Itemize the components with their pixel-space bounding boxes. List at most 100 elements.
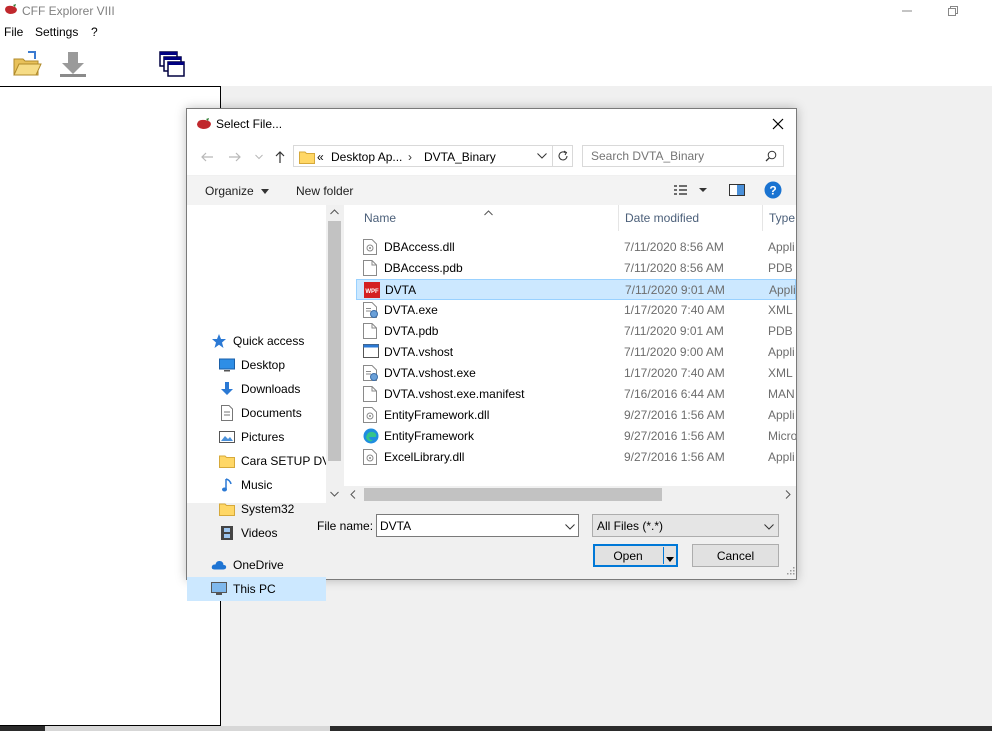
file-type-filter[interactable]: All Files (*.*) bbox=[592, 514, 779, 537]
file-type: Appli bbox=[768, 408, 795, 422]
refresh-button[interactable] bbox=[552, 146, 572, 166]
computer-icon bbox=[211, 581, 227, 597]
breadcrumb-desktop-ap[interactable]: Desktop Ap... bbox=[331, 150, 402, 164]
nav-pane-scrollbar[interactable] bbox=[326, 205, 343, 503]
folder-icon bbox=[219, 501, 235, 517]
search-input[interactable] bbox=[591, 149, 756, 163]
change-view-button[interactable] bbox=[673, 183, 707, 200]
save-button[interactable] bbox=[55, 46, 91, 82]
nav-downloads[interactable]: Downloads bbox=[219, 377, 341, 401]
file-row[interactable]: DVTA.exe 1/17/2020 7:40 AM XML bbox=[356, 300, 796, 321]
open-folder-icon bbox=[13, 51, 42, 76]
dialog-titlebar: Select File... bbox=[187, 109, 796, 139]
breadcrumb-dvta-binary[interactable]: DVTA_Binary bbox=[424, 150, 496, 164]
file-row[interactable]: DBAccess.pdb 7/11/2020 8:56 AM PDB F bbox=[356, 258, 796, 279]
nav-label: Pictures bbox=[241, 430, 285, 444]
nav-system32[interactable]: System32 bbox=[219, 497, 326, 521]
file-row[interactable]: EntityFramework.dll 9/27/2016 1:56 AM Appl… bbox=[356, 405, 796, 426]
restore-button[interactable] bbox=[930, 0, 976, 22]
app-titlebar: CFF Explorer VIII bbox=[0, 0, 992, 22]
resize-grip-icon[interactable] bbox=[785, 564, 795, 578]
preview-pane-button[interactable] bbox=[729, 183, 745, 200]
file-row[interactable]: DVTA.pdb 7/11/2020 9:01 AM PDB F bbox=[356, 321, 796, 342]
nav-music[interactable]: Music bbox=[219, 473, 326, 497]
scroll-right-arrow-icon bbox=[785, 490, 791, 499]
back-button[interactable] bbox=[197, 148, 217, 166]
organize-button[interactable]: Organize bbox=[205, 184, 270, 198]
split-divider bbox=[663, 547, 664, 564]
scrollbar-thumb[interactable] bbox=[364, 488, 662, 501]
nav-cara-setup-dvta[interactable]: Cara SETUP DVTA bbox=[219, 449, 326, 473]
file-row[interactable]: DVTA.vshost.exe 1/17/2020 7:40 AM XML bbox=[356, 363, 796, 384]
select-file-dialog: Select File... « Desktop Ap... › DVTA_Bi… bbox=[186, 108, 797, 601]
nav-onedrive[interactable]: OneDrive bbox=[211, 553, 326, 577]
open-options-dropdown[interactable] bbox=[666, 551, 674, 565]
help-button[interactable]: ? bbox=[764, 181, 782, 202]
svg-text:WPF: WPF bbox=[365, 289, 379, 295]
nav-documents[interactable]: Documents bbox=[219, 401, 341, 425]
file-type: XML bbox=[768, 366, 793, 380]
file-type: Appli bbox=[768, 345, 795, 359]
nav-quick-access[interactable]: Quick access bbox=[211, 329, 341, 353]
breadcrumb-overflow[interactable]: « bbox=[317, 150, 324, 164]
address-bar[interactable]: « Desktop Ap... › DVTA_Binary bbox=[293, 145, 573, 167]
file-row[interactable]: ExcelLibrary.dll 9/27/2016 1:56 AM Appli bbox=[356, 447, 796, 468]
nav-pictures[interactable]: Pictures bbox=[219, 425, 341, 449]
open-button[interactable]: Open bbox=[593, 544, 678, 567]
file-date-modified: 9/27/2016 1:56 AM bbox=[624, 429, 725, 443]
dialog-close-button[interactable] bbox=[768, 115, 788, 133]
file-name-dropdown-button[interactable] bbox=[565, 519, 575, 533]
file-type-filter-value: All Files (*.*) bbox=[597, 519, 664, 533]
menu-help[interactable]: ? bbox=[91, 25, 98, 39]
search-box[interactable] bbox=[582, 145, 784, 167]
nav-desktop[interactable]: Desktop bbox=[219, 353, 341, 377]
open-file-button[interactable] bbox=[9, 46, 45, 82]
file-list: Name Date modified Type DBAccess.dll 7/11… bbox=[344, 205, 796, 503]
new-folder-button[interactable]: New folder bbox=[296, 184, 353, 198]
file-name-input[interactable] bbox=[380, 519, 550, 533]
nav-this-pc[interactable]: This PC bbox=[187, 577, 326, 601]
file-row[interactable]: DVTA.vshost 7/11/2020 9:00 AM Appli bbox=[356, 342, 796, 363]
document-icon bbox=[219, 405, 235, 421]
scrollbar-thumb[interactable] bbox=[328, 221, 341, 461]
file-name: DVTA.vshost bbox=[384, 345, 454, 359]
file-row[interactable]: DVTA.vshost.exe.manifest 7/16/2016 6:44 A… bbox=[356, 384, 796, 405]
file-row[interactable]: WPF DVTA 7/11/2020 9:01 AM Appli bbox=[356, 279, 796, 300]
file-date-modified: 1/17/2020 7:40 AM bbox=[624, 303, 725, 317]
nav-videos[interactable]: Videos bbox=[219, 521, 326, 545]
windows-cascade-button[interactable] bbox=[154, 46, 190, 82]
file-row[interactable]: EntityFramework 9/27/2016 1:56 AM Micro bbox=[356, 426, 796, 447]
column-header-name[interactable]: Name bbox=[358, 205, 619, 231]
chevron-down-icon bbox=[537, 153, 547, 159]
file-list-horizontal-scrollbar[interactable] bbox=[344, 486, 796, 503]
file-name: DVTA.pdb bbox=[384, 324, 439, 338]
nav-label: OneDrive bbox=[233, 558, 284, 572]
desktop-icon bbox=[219, 357, 235, 373]
column-header-type[interactable]: Type bbox=[763, 205, 796, 231]
chevron-down-icon bbox=[764, 519, 774, 533]
file-row[interactable]: DBAccess.dll 7/11/2020 8:56 AM Appli bbox=[356, 237, 796, 258]
minimize-button[interactable] bbox=[884, 0, 930, 22]
menu-file[interactable]: File bbox=[4, 25, 23, 39]
file-name-combobox[interactable] bbox=[376, 514, 579, 537]
cascade-windows-icon bbox=[159, 51, 185, 77]
close-icon bbox=[772, 118, 784, 130]
file-type: PDB F bbox=[768, 324, 796, 338]
cancel-button[interactable]: Cancel bbox=[692, 544, 779, 567]
file-date-modified: 9/27/2016 1:56 AM bbox=[624, 450, 725, 464]
forward-button[interactable] bbox=[225, 148, 245, 166]
up-button[interactable] bbox=[270, 148, 290, 166]
music-note-icon bbox=[219, 477, 235, 493]
file-type: Appli bbox=[769, 283, 796, 297]
edge-icon bbox=[363, 428, 379, 444]
column-header-date-modified[interactable]: Date modified bbox=[619, 205, 763, 231]
file-name: DVTA.vshost.exe.manifest bbox=[384, 387, 525, 401]
file-type: Appli bbox=[768, 450, 795, 464]
arrow-left-icon bbox=[201, 152, 213, 162]
recent-locations-button[interactable] bbox=[249, 148, 269, 166]
address-history-dropdown[interactable] bbox=[533, 146, 551, 166]
breadcrumb-separator: › bbox=[408, 150, 412, 164]
nav-label: Quick access bbox=[233, 334, 305, 348]
menu-settings[interactable]: Settings bbox=[35, 25, 78, 39]
scroll-up-arrow-icon bbox=[330, 209, 339, 215]
